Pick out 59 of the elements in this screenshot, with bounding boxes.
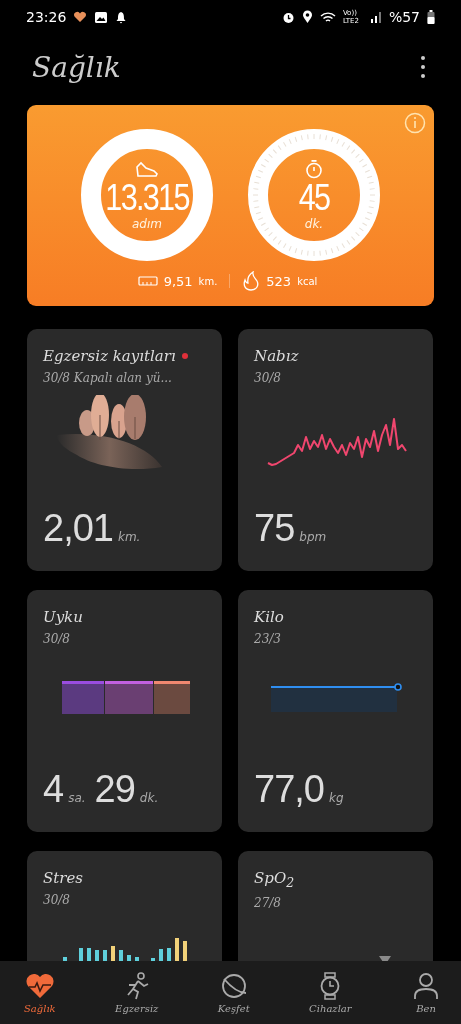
nav-tab[interactable]: Keşfet: [211, 961, 256, 1024]
card-title: SpO$_{2}$: [254, 869, 295, 890]
value-number: 77,0: [254, 768, 324, 811]
location-icon: [301, 10, 313, 24]
health-card[interactable]: Egzersiz kayıtları 30/8 Kapalı alan yü... 2,01 km.: [27, 329, 222, 571]
nav-tab[interactable]: Cihazlar: [303, 961, 358, 1024]
card-title: Nabız: [254, 347, 299, 365]
health-card[interactable]: SpO$_{2}$ 27/8: [238, 851, 433, 961]
ring-unit: adım: [132, 217, 162, 231]
card-title: Egzersiz kayıtları: [43, 347, 176, 365]
calories-unit: kcal: [297, 275, 318, 287]
value-number: 4: [43, 768, 64, 811]
value-unit: dk.: [139, 791, 159, 805]
heart-icon: [73, 11, 88, 23]
distance-value: 9,51: [163, 273, 193, 289]
nav-tab[interactable]: Ben: [405, 961, 447, 1024]
bell-icon: [115, 10, 128, 24]
health-card[interactable]: Kilo 23/3 77,0 kg: [238, 590, 433, 832]
battery-percent: %57: [388, 9, 420, 25]
calories-value: 523: [266, 273, 292, 289]
value-unit: sa.: [68, 791, 86, 805]
battery-icon: [427, 10, 435, 24]
card-date: 23/3: [254, 632, 282, 646]
value-unit: km.: [117, 530, 141, 544]
flame-icon: [242, 271, 261, 291]
ring-value: 45: [298, 179, 330, 217]
card-date: 30/8 Kapalı alan yü...: [43, 371, 173, 385]
health-card[interactable]: Uyku 30/8 4 sa. 29 dk.: [27, 590, 222, 832]
health-card[interactable]: Nabız 30/8 75 bpm: [238, 329, 433, 571]
shoe-icon: [134, 159, 160, 179]
nav-tab[interactable]: Sağlık: [18, 961, 62, 1024]
card-date: 30/8: [43, 893, 71, 907]
page-title: Sağlık: [32, 50, 121, 84]
image-icon: [94, 10, 109, 24]
card-title: Kilo: [254, 608, 284, 626]
card-title: Uyku: [43, 608, 83, 626]
alarm-icon: [281, 10, 295, 24]
wifi-icon: [319, 10, 336, 24]
distance-unit: km.: [198, 275, 218, 287]
card-date: 30/8: [43, 632, 71, 646]
clock-time: 23:26: [26, 9, 67, 25]
person-icon: [411, 971, 441, 1001]
heart-icon: [24, 971, 55, 1001]
ring-unit: dk.: [304, 217, 324, 231]
value-number: 75: [254, 507, 295, 550]
signal-icon: [369, 11, 382, 23]
info-icon: [404, 112, 426, 134]
health-card[interactable]: Stres 30/8: [27, 851, 222, 961]
value-unit: bpm: [299, 530, 327, 544]
card-date: 30/8: [254, 371, 282, 385]
ruler-icon: [137, 275, 158, 287]
value-number: 29: [94, 768, 135, 811]
ring-value: 13.315: [105, 179, 189, 217]
value-number: 2,01: [43, 507, 113, 550]
card-title: Stres: [43, 869, 84, 887]
more-icon: [421, 56, 425, 78]
nav-tab[interactable]: Egzersiz: [109, 961, 165, 1024]
card-date: 27/8: [254, 896, 282, 910]
value-unit: kg: [328, 791, 344, 805]
